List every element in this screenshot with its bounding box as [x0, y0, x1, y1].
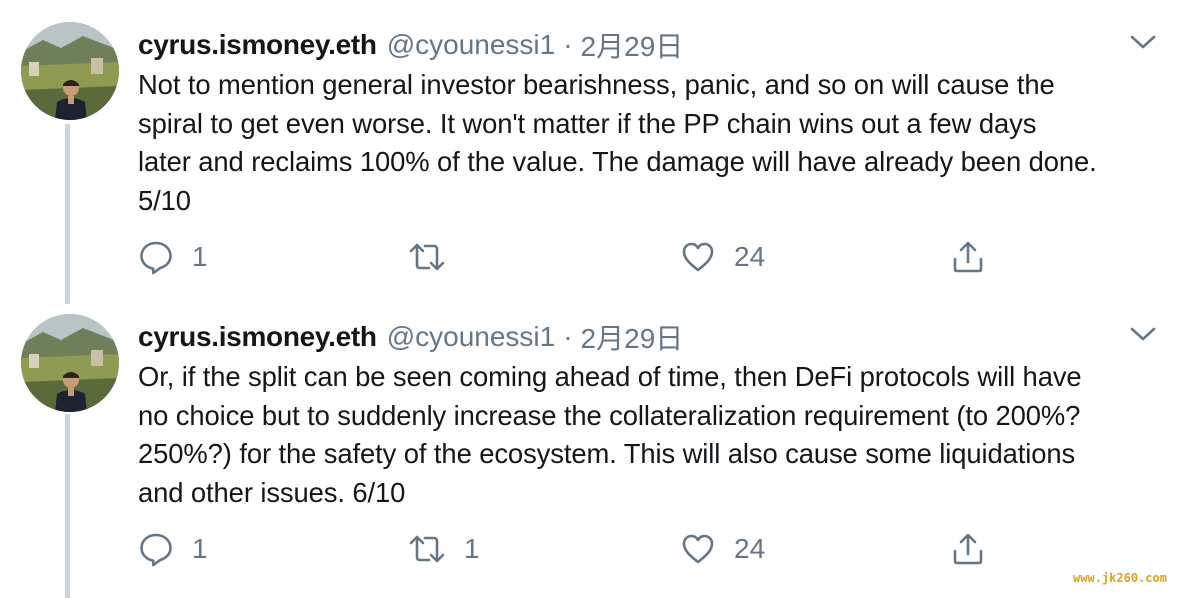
- reply-icon: [138, 239, 174, 275]
- display-name[interactable]: cyrus.ismoney.eth: [138, 321, 377, 353]
- watermark: www.jk260.com: [1066, 568, 1174, 588]
- tweet-text: Or, if the split can be seen coming ahea…: [138, 358, 1168, 512]
- avatar[interactable]: [21, 314, 119, 412]
- retweet-button[interactable]: [408, 237, 464, 277]
- separator-dot: ·: [563, 321, 573, 352]
- reply-count: 1: [192, 533, 208, 564]
- tweet[interactable]: cyrus.ismoney.eth @cyounessi1 · 2月29日 No…: [0, 0, 1180, 292]
- tweet-text-line: and other issues. 6/10: [138, 476, 406, 508]
- avatar-photo: [21, 314, 119, 412]
- retweet-icon: [408, 239, 446, 275]
- reply-button[interactable]: 1: [138, 529, 208, 569]
- avatar[interactable]: [21, 22, 119, 120]
- timestamp[interactable]: 2月29日: [581, 317, 684, 357]
- reply-icon: [138, 531, 174, 567]
- share-icon: [950, 239, 986, 275]
- tweet-actions: 1 24: [138, 237, 1038, 277]
- user-handle[interactable]: @cyounessi1: [387, 321, 556, 353]
- tweet-text-line: Not to mention general investor bearishn…: [138, 69, 1055, 100]
- reply-count: 1: [192, 241, 208, 272]
- heart-icon: [680, 239, 716, 275]
- share-icon: [950, 531, 986, 567]
- like-count: 24: [734, 533, 766, 564]
- avatar-photo: [21, 22, 119, 120]
- tweet-actions: 1 1 24: [138, 529, 1038, 569]
- share-button[interactable]: [950, 237, 986, 277]
- tweet-text-line: spiral to get even worse. It won't matte…: [138, 107, 1037, 139]
- separator-dot: ·: [563, 29, 573, 60]
- retweet-button[interactable]: 1: [408, 529, 480, 569]
- tweet-header: cyrus.ismoney.eth @cyounessi1 · 2月29日: [138, 26, 683, 64]
- tweet-text-line: later and reclaims 100% of the value. Th…: [138, 146, 1097, 177]
- tweet-header: cyrus.ismoney.eth @cyounessi1 · 2月29日: [138, 318, 683, 356]
- display-name[interactable]: cyrus.ismoney.eth: [138, 29, 377, 61]
- like-button[interactable]: 24: [680, 529, 765, 569]
- chevron-down-icon[interactable]: [1128, 32, 1158, 52]
- retweet-count: 1: [464, 533, 480, 564]
- heart-icon: [680, 531, 716, 567]
- timestamp[interactable]: 2月29日: [581, 25, 684, 65]
- tweet-text-line: Or, if the split can be seen coming ahea…: [138, 361, 1082, 392]
- tweet[interactable]: cyrus.ismoney.eth @cyounessi1 · 2月29日 Or…: [0, 292, 1180, 598]
- like-count: 24: [734, 241, 766, 272]
- tweet-text: Not to mention general investor bearishn…: [138, 66, 1168, 220]
- tweet-text-line: no choice but to suddenly increase the c…: [138, 399, 1081, 431]
- reply-button[interactable]: 1: [138, 237, 208, 277]
- tweet-text-line: 250%?) for the safety of the ecosystem. …: [138, 438, 1076, 469]
- chevron-down-icon[interactable]: [1128, 324, 1158, 344]
- tweet-text-line: 5/10: [138, 184, 191, 216]
- like-button[interactable]: 24: [680, 237, 765, 277]
- retweet-icon: [408, 531, 446, 567]
- user-handle[interactable]: @cyounessi1: [387, 29, 556, 61]
- share-button[interactable]: [950, 529, 986, 569]
